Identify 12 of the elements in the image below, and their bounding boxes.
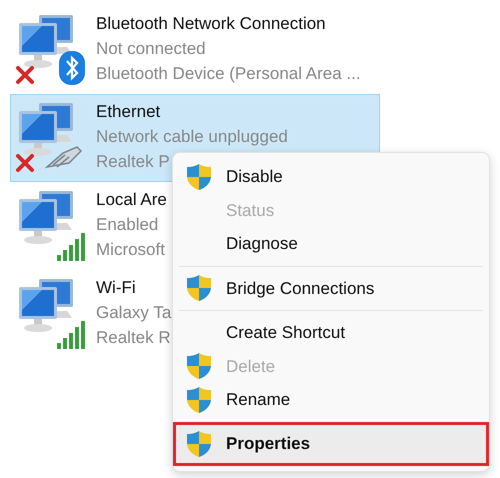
connection-status: Not connected: [96, 38, 207, 60]
connection-status: Network cable unplugged: [96, 126, 288, 148]
connection-name: Local Are: [96, 189, 167, 211]
connection-name: Bluetooth Network Connection: [96, 13, 327, 35]
connection-name: Ethernet: [96, 101, 162, 123]
device-name: Bluetooth Device (Personal Area ...: [96, 63, 361, 85]
device-name: Microsoft: [96, 239, 166, 261]
connection-status: Enabled: [96, 214, 160, 236]
device-name: Realtek R: [96, 327, 172, 349]
device-name: Realtek P: [96, 151, 171, 173]
connection-status: Galaxy Ta: [96, 302, 172, 324]
connection-name: Wi-Fi: [96, 277, 137, 299]
